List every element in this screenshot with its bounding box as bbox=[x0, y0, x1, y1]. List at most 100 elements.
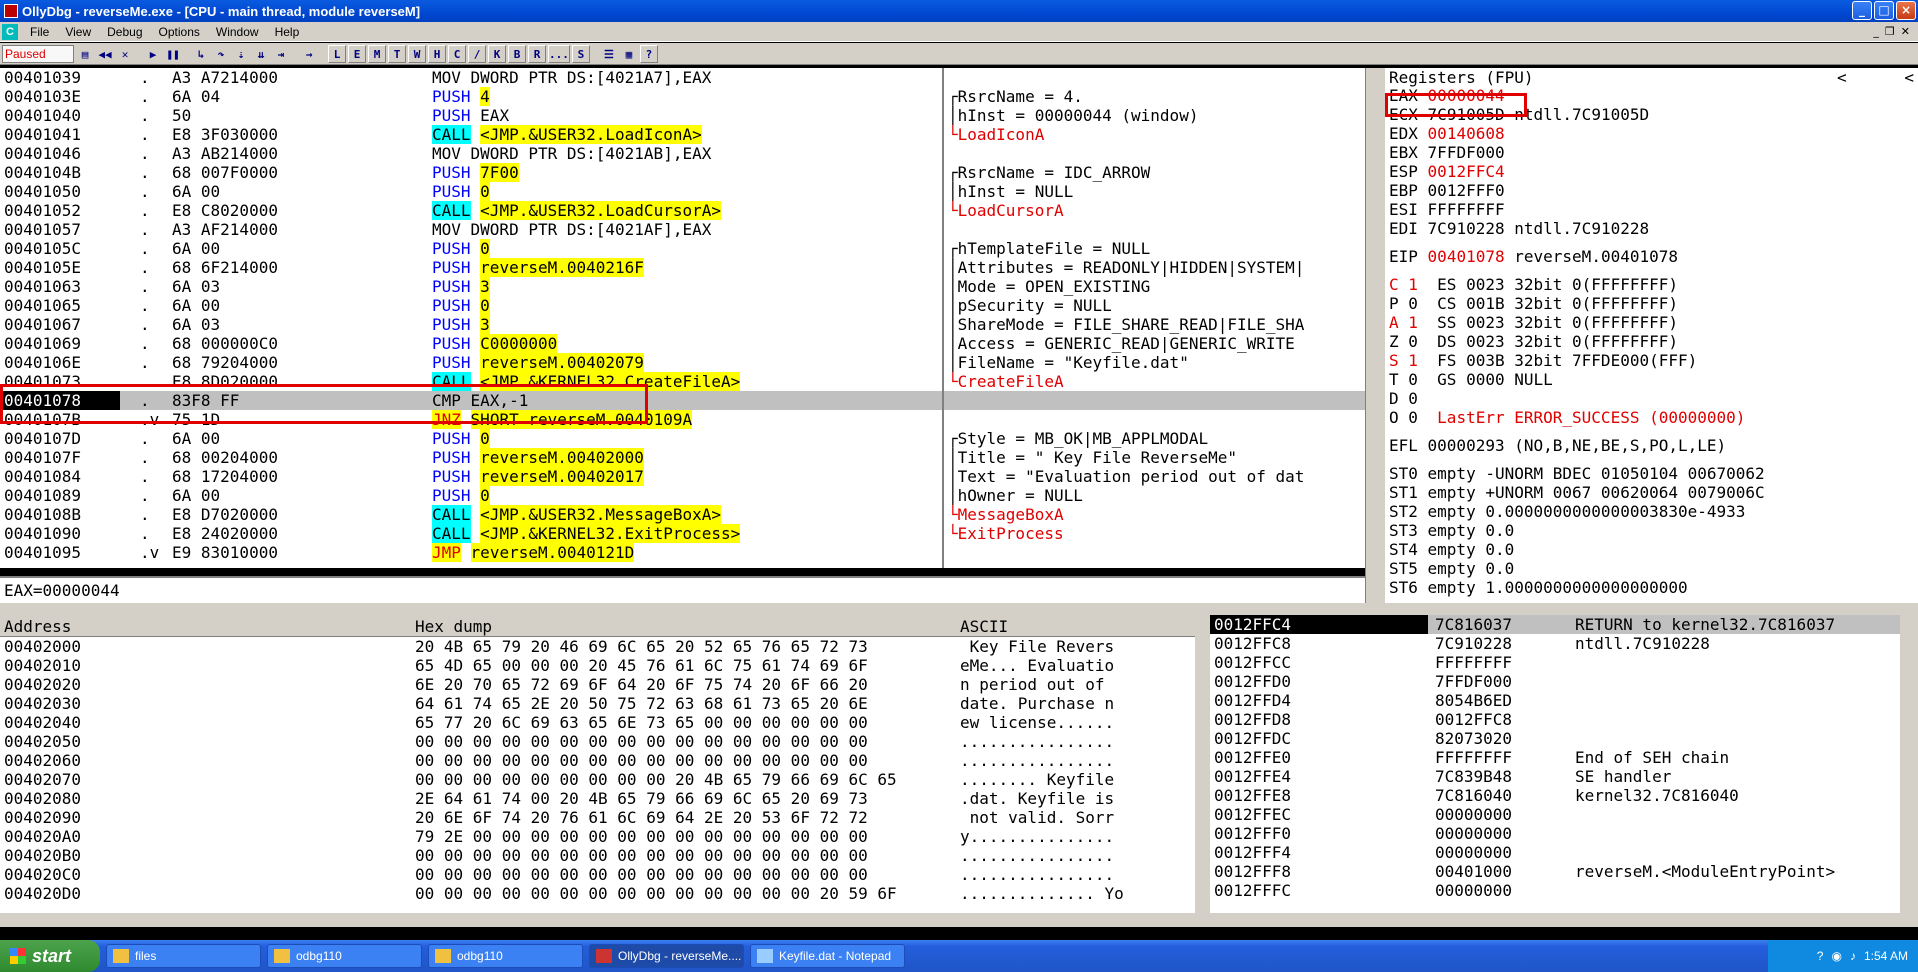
disasm-row[interactable]: 0040105C. 6A 00 PUSH 0 ┌hTemplateFile = NUL… bbox=[0, 239, 1365, 258]
modules-window-button[interactable]: E bbox=[348, 44, 366, 63]
stack-scrollbar[interactable] bbox=[1900, 615, 1918, 913]
horizontal-scrollbar[interactable] bbox=[0, 913, 1918, 927]
disasm-row[interactable]: 00401090. E8 24020000 CALL <JMP.&KERNEL32.… bbox=[0, 524, 1365, 543]
list-icon[interactable]: ☰ bbox=[599, 44, 618, 63]
run-icon[interactable]: ▶ bbox=[144, 44, 162, 63]
help-tray-icon[interactable]: ? bbox=[1817, 949, 1824, 963]
disasm-row[interactable]: 00401063. 6A 03 PUSH 3 │Mode = OPEN_EXISTIN… bbox=[0, 277, 1365, 296]
disasm-row[interactable]: 0040108B. E8 D7020000 CALL <JMP.&USER32.Me… bbox=[0, 505, 1365, 524]
register-eax[interactable]: EAX 00000044 bbox=[1385, 86, 1918, 105]
child-minimize-icon[interactable]: _ bbox=[1873, 25, 1879, 38]
task-odbg110-1[interactable]: odbg110 bbox=[267, 944, 422, 968]
hex-dump-pane[interactable]: Address Hex dump ASCII 00402000 20 4B 65 … bbox=[0, 615, 1210, 913]
flag-row[interactable]: A 1 SS 0023 32bit 0(FFFFFFFF) bbox=[1385, 313, 1918, 332]
registers-header[interactable]: Registers (FPU) < < bbox=[1385, 68, 1918, 87]
disasm-row[interactable]: 00401067. 6A 03 PUSH 3 │ShareMode = FILE_SH… bbox=[0, 315, 1365, 334]
menu-window[interactable]: Window bbox=[208, 25, 267, 39]
fpu-register[interactable]: ST4 empty 0.0 bbox=[1385, 540, 1918, 559]
memory-window-button[interactable]: M bbox=[368, 44, 386, 63]
disasm-row[interactable]: 00401050. 6A 00 PUSH 0 │hInst = NULL bbox=[0, 182, 1365, 201]
open-icon[interactable]: ▤ bbox=[76, 44, 94, 63]
fpu-register[interactable]: ST3 empty 0.0 bbox=[1385, 521, 1918, 540]
options-grid-icon[interactable]: ▦ bbox=[619, 44, 638, 63]
window-title-bar[interactable]: OllyDbg - reverseMe.exe - [CPU - main th… bbox=[0, 0, 1918, 22]
flag-row[interactable]: P 0 CS 001B 32bit 0(FFFFFFFF) bbox=[1385, 294, 1918, 313]
register-edi[interactable]: EDI 7C910228 ntdll.7C910228 bbox=[1385, 219, 1918, 238]
dump-row[interactable]: 004020A0 79 2E 00 00 00 00 00 00 00 00 00… bbox=[0, 827, 1210, 846]
stack-row[interactable]: 0012FFD8 0012FFC8 bbox=[1210, 710, 1918, 729]
dump-row[interactable]: 00402020 6E 20 70 65 72 69 6F 64 20 6F 75… bbox=[0, 675, 1210, 694]
dump-scrollbar[interactable] bbox=[1195, 615, 1210, 913]
fpu-register[interactable]: ST1 empty +UNORM 0067 00620064 0079006C bbox=[1385, 483, 1918, 502]
disasm-row[interactable]: 0040105E. 68 6F214000 PUSH reverseM.004021… bbox=[0, 258, 1365, 277]
stack-row[interactable]: 0012FFF4 00000000 bbox=[1210, 843, 1918, 862]
disasm-row[interactable]: 00401065. 6A 00 PUSH 0 │pSecurity = NULL bbox=[0, 296, 1365, 315]
disasm-row[interactable]: 00401041. E8 3F030000 CALL <JMP.&USER32.Lo… bbox=[0, 125, 1365, 144]
pause-icon[interactable]: ❚❚ bbox=[164, 44, 182, 63]
fpu-register[interactable]: ST5 empty 0.0 bbox=[1385, 559, 1918, 578]
execute-till-return-icon[interactable]: ⇥ bbox=[272, 44, 290, 63]
source-window-button[interactable]: S bbox=[571, 44, 590, 63]
registers-pane[interactable]: Registers (FPU) < < EAX 00000044 ECX 7C9… bbox=[1385, 68, 1918, 616]
disasm-row[interactable]: 0040107D. 6A 00 PUSH 0 ┌Style = MB_OK|MB_AP… bbox=[0, 429, 1365, 448]
dump-row[interactable]: 00402050 00 00 00 00 00 00 00 00 00 00 00… bbox=[0, 732, 1210, 751]
disassembly-pane[interactable]: 00401039. A3 A7214000 MOV DWORD PTR DS:[40… bbox=[0, 68, 1365, 568]
disasm-row[interactable]: 00401040. 50 PUSH EAX │hInst = 00000044 (wi… bbox=[0, 106, 1365, 125]
patches-window-button[interactable]: / bbox=[468, 44, 486, 63]
stack-row[interactable]: 0012FFF8 00401000 reverseM.<ModuleEntryPoi… bbox=[1210, 862, 1918, 881]
disasm-row[interactable]: 00401073. E8 8D020000 CALL <JMP.&KERNEL32.… bbox=[0, 372, 1365, 391]
call-stack-window-button[interactable]: K bbox=[488, 44, 506, 63]
disasm-row[interactable]: 0040104B. 68 007F0000 PUSH 7F00 ┌RsrcName =… bbox=[0, 163, 1365, 182]
task-files[interactable]: files bbox=[106, 944, 261, 968]
stack-pane[interactable]: 0012FFC4 7C816037 RETURN to kernel32.7C816… bbox=[1210, 615, 1918, 913]
stack-row[interactable]: 0012FFF0 00000000 bbox=[1210, 824, 1918, 843]
disasm-row[interactable]: 00401069. 68 000000C0 PUSH C0000000 │Access… bbox=[0, 334, 1365, 353]
stack-row[interactable]: 0012FFC4 7C816037 RETURN to kernel32.7C816… bbox=[1210, 615, 1918, 634]
disasm-row[interactable]: 0040107B .v 75 1D JNZ SHORT reverseM.004010… bbox=[0, 410, 1365, 429]
disasm-row[interactable]: 0040106E. 68 79204000 PUSH reverseM.004020… bbox=[0, 353, 1365, 372]
network-tray-icon[interactable]: ◉ bbox=[1831, 949, 1841, 963]
disasm-scrollbar[interactable] bbox=[1365, 68, 1385, 616]
stack-row[interactable]: 0012FFE4 7C839B48 SE handler bbox=[1210, 767, 1918, 786]
register-ebp[interactable]: EBP 0012FFF0 bbox=[1385, 181, 1918, 200]
dump-row[interactable]: 004020D0 00 00 00 00 00 00 00 00 00 00 00… bbox=[0, 884, 1210, 903]
dump-row[interactable]: 00402080 2E 64 61 74 00 20 4B 65 79 66 69… bbox=[0, 789, 1210, 808]
stack-row[interactable]: 0012FFD0 7FFDF000 bbox=[1210, 672, 1918, 691]
disasm-row[interactable]: 00401089. 6A 00 PUSH 0 │hOwner = NULL bbox=[0, 486, 1365, 505]
clock[interactable]: 1:54 AM bbox=[1864, 949, 1908, 963]
dump-row[interactable]: 00402010 65 4D 65 00 00 00 20 45 76 61 6C… bbox=[0, 656, 1210, 675]
fpu-register[interactable]: ST6 empty 1.0000000000000000000 bbox=[1385, 578, 1918, 597]
task-ollydbg[interactable]: OllyDbg - reverseMe.... bbox=[589, 944, 744, 968]
horizontal-splitter[interactable] bbox=[0, 603, 1918, 615]
log-window-button[interactable]: L bbox=[328, 44, 346, 63]
threads-window-button[interactable]: T bbox=[388, 44, 406, 63]
register-edx[interactable]: EDX 00140608 bbox=[1385, 124, 1918, 143]
fpu-register[interactable]: ST2 empty 0.0000000000000003830e-4933 bbox=[1385, 502, 1918, 521]
disasm-row[interactable]: 00401078. 83F8 FF CMP EAX,-1 bbox=[0, 391, 1365, 410]
trace-over-icon[interactable]: ⇊ bbox=[252, 44, 270, 63]
register-efl[interactable]: EFL 00000293 (NO,B,NE,BE,S,PO,L,LE) bbox=[1385, 436, 1918, 455]
volume-tray-icon[interactable]: ♪ bbox=[1850, 949, 1856, 963]
task-odbg110-2[interactable]: odbg110 bbox=[428, 944, 583, 968]
disasm-row[interactable]: 00401057. A3 AF214000 MOV DWORD PTR DS:[40… bbox=[0, 220, 1365, 239]
menu-help[interactable]: Help bbox=[267, 25, 308, 39]
flag-row[interactable]: O 0 LastErr ERROR_SUCCESS (00000000) bbox=[1385, 408, 1918, 427]
help-icon[interactable]: ? bbox=[639, 44, 658, 63]
flag-row[interactable]: T 0 GS 0000 NULL bbox=[1385, 370, 1918, 389]
dump-row[interactable]: 00402060 00 00 00 00 00 00 00 00 00 00 00… bbox=[0, 751, 1210, 770]
handles-window-button[interactable]: H bbox=[428, 44, 446, 63]
disasm-row[interactable]: 00401039. A3 A7214000 MOV DWORD PTR DS:[40… bbox=[0, 68, 1365, 87]
stack-row[interactable]: 0012FFD4 8054B6ED bbox=[1210, 691, 1918, 710]
windows-window-button[interactable]: W bbox=[408, 44, 426, 63]
disasm-row[interactable]: 00401084. 68 17204000 PUSH reverseM.004020… bbox=[0, 467, 1365, 486]
menu-options[interactable]: Options bbox=[151, 25, 208, 39]
stack-row[interactable]: 0012FFDC 82073020 bbox=[1210, 729, 1918, 748]
dump-row[interactable]: 00402070 00 00 00 00 00 00 00 00 00 20 4B… bbox=[0, 770, 1210, 789]
dump-row[interactable]: 00402090 20 6E 6F 74 20 76 61 6C 69 64 2E… bbox=[0, 808, 1210, 827]
dump-row[interactable]: 00402030 64 61 74 65 2E 20 50 75 72 63 68… bbox=[0, 694, 1210, 713]
breakpoints-window-button[interactable]: B bbox=[508, 44, 526, 63]
start-button[interactable]: start bbox=[0, 940, 100, 972]
disasm-row[interactable]: 00401095 .v E9 83010000 JMP reverseM.004012… bbox=[0, 543, 1365, 562]
close-button[interactable]: × bbox=[1896, 1, 1916, 20]
maximize-button[interactable]: □ bbox=[1874, 1, 1894, 20]
